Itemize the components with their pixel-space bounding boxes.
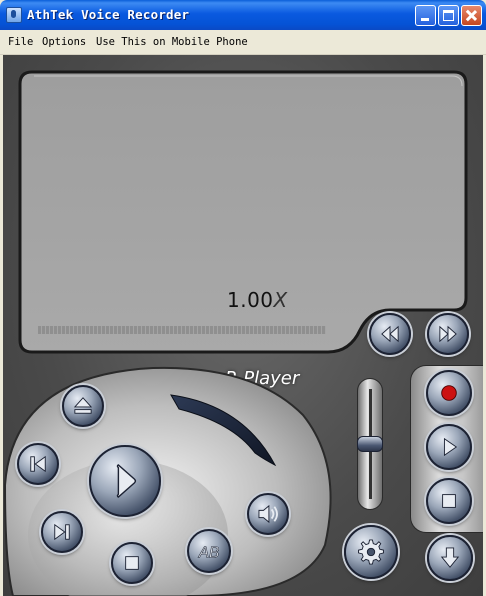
menu-file[interactable]: File xyxy=(8,36,33,48)
eject-button[interactable] xyxy=(62,385,104,427)
rewind-button[interactable] xyxy=(369,313,411,355)
previous-icon xyxy=(30,455,46,473)
record-button[interactable] xyxy=(426,370,472,416)
title-bar[interactable]: AthTek Voice Recorder xyxy=(0,0,486,30)
menu-bar: File Options Use This on Mobile Phone xyxy=(0,30,486,55)
next-icon xyxy=(54,523,70,541)
record-icon xyxy=(441,385,457,401)
speed-value: 1.00 xyxy=(227,288,274,312)
app-microphone-icon xyxy=(6,7,22,23)
play-button[interactable] xyxy=(89,445,161,517)
speed-unit: X xyxy=(273,288,288,312)
record-stop-button[interactable] xyxy=(426,478,472,524)
gear-icon xyxy=(358,539,384,565)
volume-slider-knob[interactable] xyxy=(357,436,383,452)
menu-use-on-mobile[interactable]: Use This on Mobile Phone xyxy=(96,36,248,48)
ab-label: AB xyxy=(198,544,220,561)
ab-repeat-icon: AB xyxy=(197,544,220,562)
download-button[interactable] xyxy=(427,535,473,581)
close-button[interactable] xyxy=(461,5,482,26)
stop-icon xyxy=(125,556,139,570)
record-play-button[interactable] xyxy=(426,424,472,470)
progress-bar[interactable] xyxy=(38,326,326,334)
display-screen-bezel xyxy=(18,70,468,354)
playback-speed: 1.00X xyxy=(227,288,288,312)
player-body: 1.00X R.Player AB xyxy=(3,55,483,596)
maximize-icon xyxy=(443,10,454,21)
menu-options[interactable]: Options xyxy=(42,36,86,48)
eject-icon xyxy=(73,397,93,414)
volume-button[interactable] xyxy=(247,493,289,535)
fast-forward-button[interactable] xyxy=(427,313,469,355)
close-icon xyxy=(462,6,481,25)
stop-icon xyxy=(442,494,456,508)
play-icon xyxy=(116,464,137,498)
minimize-icon xyxy=(421,18,429,21)
ab-repeat-button[interactable]: AB xyxy=(187,529,231,573)
window-title: AthTek Voice Recorder xyxy=(27,7,190,22)
download-icon xyxy=(440,547,460,568)
fast-forward-icon xyxy=(439,325,457,343)
previous-button[interactable] xyxy=(17,443,59,485)
next-button[interactable] xyxy=(41,511,83,553)
minimize-button[interactable] xyxy=(415,5,436,26)
display-screen: 1.00X xyxy=(18,70,468,355)
rewind-icon xyxy=(381,325,399,343)
maximize-button[interactable] xyxy=(438,5,459,26)
speaker-icon xyxy=(258,504,278,524)
settings-button[interactable] xyxy=(344,525,398,579)
stop-button[interactable] xyxy=(111,542,153,584)
play-icon xyxy=(443,437,458,457)
